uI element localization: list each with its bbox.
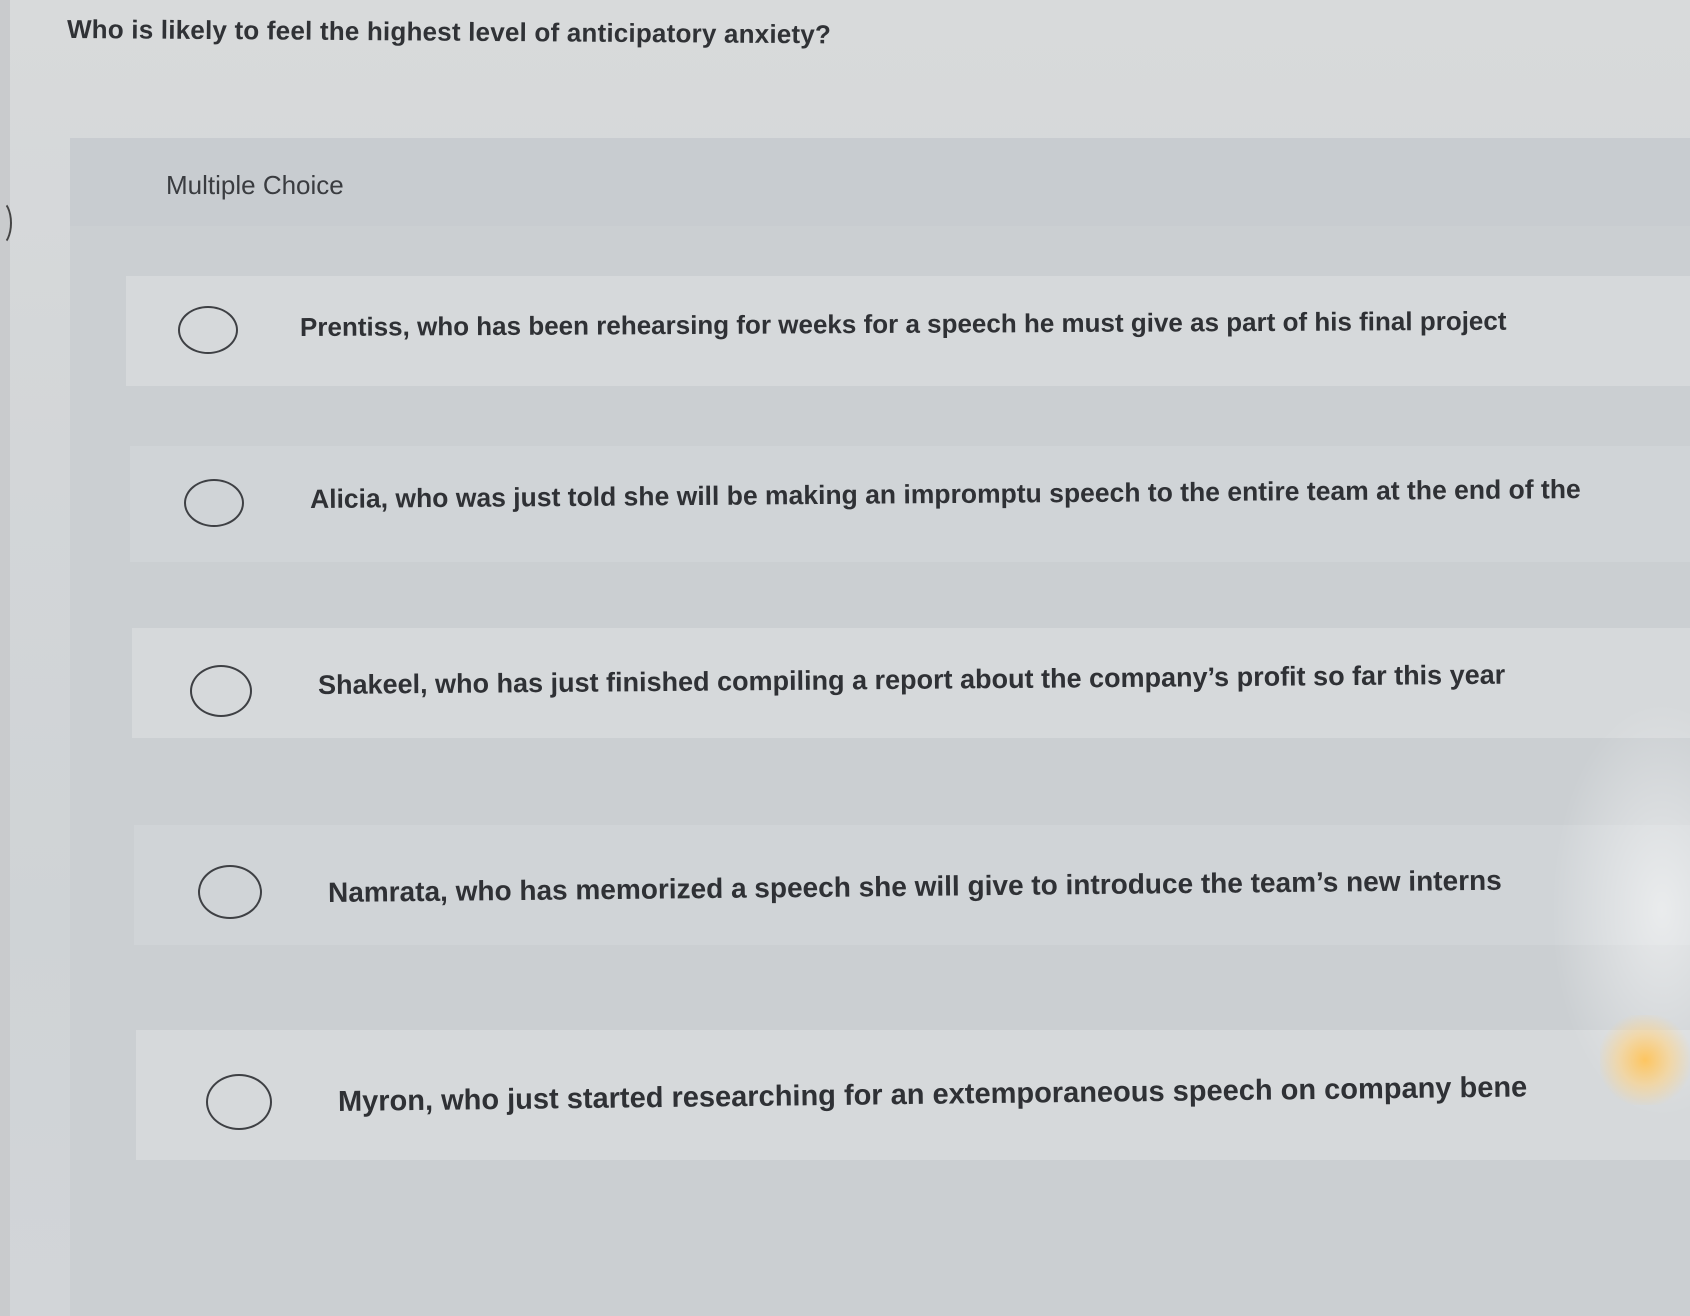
- radio-button[interactable]: [178, 306, 238, 354]
- answer-option-label: Namrata, who has memorized a speech she …: [327, 864, 1502, 908]
- answer-options-list: Prentiss, who has been rehearsing for we…: [0, 0, 1690, 1316]
- answer-option[interactable]: Prentiss, who has been rehearsing for we…: [126, 276, 1690, 386]
- answer-option-label: Prentiss, who has been rehearsing for we…: [299, 305, 1507, 342]
- radio-button[interactable]: [190, 665, 252, 717]
- answer-option[interactable]: Alicia, who was just told she will be ma…: [130, 446, 1690, 562]
- radio-button[interactable]: [184, 479, 244, 527]
- answer-option[interactable]: Namrata, who has memorized a speech she …: [134, 825, 1690, 945]
- radio-button[interactable]: [206, 1074, 272, 1130]
- answer-option[interactable]: Shakeel, who has just finished compiling…: [132, 628, 1690, 738]
- radio-button[interactable]: [198, 865, 262, 919]
- light-reflection: [1600, 1015, 1690, 1105]
- answer-option[interactable]: Myron, who just started researching for …: [136, 1030, 1690, 1160]
- answer-option-label: Myron, who just started researching for …: [337, 1071, 1528, 1118]
- answer-option-label: Shakeel, who has just finished compiling…: [317, 659, 1506, 700]
- answer-option-label: Alicia, who was just told she will be ma…: [309, 474, 1581, 514]
